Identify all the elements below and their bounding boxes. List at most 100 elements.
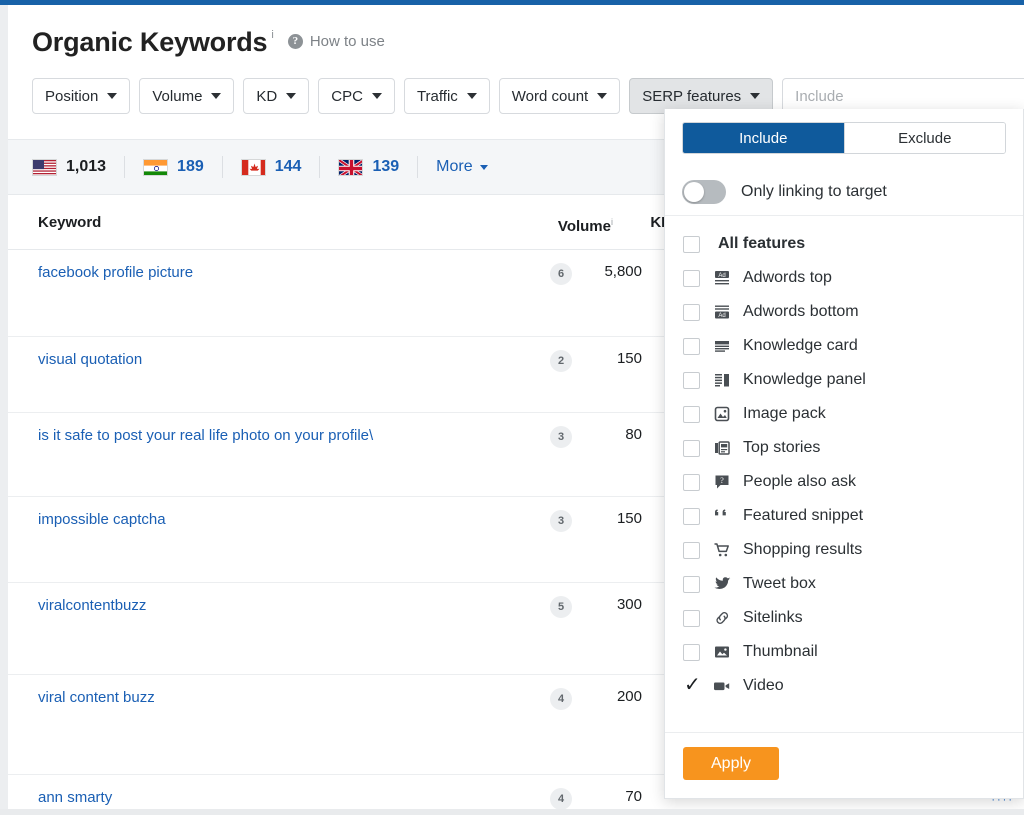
filter-word-count-label: Word count: [512, 88, 588, 105]
serp-feature-label: Adwords bottom: [743, 303, 859, 321]
serp-feature-item[interactable]: Featured snippet: [665, 499, 1023, 533]
keyword-link[interactable]: is it safe to post your real life photo …: [38, 427, 373, 444]
keyword-link[interactable]: impossible captcha: [38, 511, 166, 528]
serp-feature-item[interactable]: Knowledge card: [665, 329, 1023, 363]
serp-feature-label: Knowledge panel: [743, 371, 866, 389]
apply-button[interactable]: Apply: [683, 747, 779, 780]
serp-feature-label: Knowledge card: [743, 337, 858, 355]
serp-feature-item[interactable]: AdAdwords top: [665, 261, 1023, 295]
column-header-volume-label: Volume: [558, 218, 611, 235]
serp-feature-item[interactable]: Image pack: [665, 397, 1023, 431]
app-root: Organic Keywords i ? How to use Position…: [0, 0, 1024, 815]
serp-feature-item[interactable]: Thumbnail: [665, 635, 1023, 669]
serp-feature-label: Shopping results: [743, 541, 862, 559]
chevron-down-icon: [597, 93, 607, 99]
keyword-link[interactable]: visual quotation: [38, 351, 142, 368]
checkbox-unchecked[interactable]: [683, 372, 700, 389]
flag-us-icon: [32, 159, 57, 176]
checkbox-unchecked[interactable]: [683, 508, 700, 525]
position-badge: 2: [550, 350, 572, 372]
featured-snippet-icon: [713, 507, 731, 525]
more-countries-button[interactable]: More: [436, 158, 487, 176]
volume-value: 80: [582, 426, 642, 443]
chevron-down-icon: [372, 93, 382, 99]
serp-feature-item[interactable]: Knowledge panel: [665, 363, 1023, 397]
column-header-keyword[interactable]: Keyword: [38, 195, 101, 250]
filter-volume-label: Volume: [152, 88, 202, 105]
checkbox-unchecked[interactable]: [683, 304, 700, 321]
country-count-us: 1,013: [66, 158, 106, 176]
divider: [417, 156, 418, 178]
keyword-link[interactable]: viralcontentbuzz: [38, 597, 146, 614]
serp-feature-item[interactable]: All features: [665, 227, 1023, 261]
filter-traffic-button[interactable]: Traffic: [404, 78, 490, 114]
serp-features-dropdown-panel: Include Exclude Only linking to target A…: [664, 109, 1024, 799]
serp-feature-label: People also ask: [743, 473, 856, 491]
filter-kd-button[interactable]: KD: [243, 78, 309, 114]
knowledge-panel-icon: [713, 371, 731, 389]
keyword-link[interactable]: facebook profile picture: [38, 264, 193, 281]
keyword-link[interactable]: viral content buzz: [38, 689, 155, 706]
chevron-down-icon: [286, 93, 296, 99]
serp-feature-item[interactable]: Tweet box: [665, 567, 1023, 601]
column-header-volume-info: i: [611, 217, 613, 227]
serp-feature-label: Top stories: [743, 439, 820, 457]
image-pack-icon: [713, 405, 731, 423]
country-item-in[interactable]: 189: [143, 158, 204, 176]
flag-gb-icon: [338, 159, 363, 176]
serp-feature-item[interactable]: Sitelinks: [665, 601, 1023, 635]
serp-feature-item[interactable]: Shopping results: [665, 533, 1023, 567]
checkbox-unchecked[interactable]: [683, 576, 700, 593]
country-item-gb[interactable]: 139: [338, 158, 399, 176]
column-header-volume[interactable]: Volumei: [558, 195, 613, 250]
serp-feature-item[interactable]: Top stories: [665, 431, 1023, 465]
position-badge: 5: [550, 596, 572, 618]
how-to-use-link[interactable]: ? How to use: [288, 23, 385, 50]
divider: [222, 156, 223, 178]
checkbox-checked[interactable]: [683, 678, 700, 695]
serp-feature-item[interactable]: AdAdwords bottom: [665, 295, 1023, 329]
filter-cpc-label: CPC: [331, 88, 363, 105]
position-badge: 4: [550, 688, 572, 710]
checkbox-unchecked[interactable]: [683, 474, 700, 491]
position-badge: 4: [550, 788, 572, 810]
checkbox-unchecked[interactable]: [683, 270, 700, 287]
country-count-gb: 139: [372, 158, 399, 176]
checkbox-unchecked[interactable]: [683, 338, 700, 355]
country-item-ca[interactable]: 144: [241, 158, 302, 176]
only-linking-to-target-label: Only linking to target: [741, 183, 887, 201]
keyword-link[interactable]: ann smarty: [38, 789, 112, 806]
filter-position-button[interactable]: Position: [32, 78, 130, 114]
segment-include-button[interactable]: Include: [683, 123, 844, 153]
checkbox-unchecked[interactable]: [683, 406, 700, 423]
checkbox-unchecked[interactable]: [683, 440, 700, 457]
country-count-in: 189: [177, 158, 204, 176]
serp-feature-item[interactable]: Video: [665, 669, 1023, 703]
checkbox-unchecked[interactable]: [683, 644, 700, 661]
serp-feature-label: Thumbnail: [743, 643, 818, 661]
volume-value: 150: [582, 350, 642, 367]
panel-footer: Apply: [665, 732, 1023, 798]
only-linking-to-target-toggle[interactable]: [682, 180, 726, 204]
checkbox-unchecked[interactable]: [683, 610, 700, 627]
filter-kd-label: KD: [256, 88, 277, 105]
serp-feature-item[interactable]: ?People also ask: [665, 465, 1023, 499]
filter-volume-button[interactable]: Volume: [139, 78, 234, 114]
country-count-ca: 144: [275, 158, 302, 176]
serp-feature-label: Sitelinks: [743, 609, 803, 627]
only-linking-to-target-row[interactable]: Only linking to target: [665, 168, 1023, 216]
left-gutter: [0, 5, 8, 815]
checkbox-unchecked[interactable]: [683, 236, 700, 253]
scroll-dots: ····: [991, 794, 1014, 806]
country-item-us[interactable]: 1,013: [32, 158, 106, 176]
checkbox-unchecked[interactable]: [683, 542, 700, 559]
serp-feature-label: Adwords top: [743, 269, 832, 287]
filter-word-count-button[interactable]: Word count: [499, 78, 620, 114]
volume-value: 300: [582, 596, 642, 613]
position-badge: 6: [550, 263, 572, 285]
top-stories-icon: [713, 439, 731, 457]
segment-exclude-button[interactable]: Exclude: [845, 123, 1006, 153]
filter-cpc-button[interactable]: CPC: [318, 78, 395, 114]
chevron-down-icon: [211, 93, 221, 99]
chevron-down-icon: [750, 93, 760, 99]
